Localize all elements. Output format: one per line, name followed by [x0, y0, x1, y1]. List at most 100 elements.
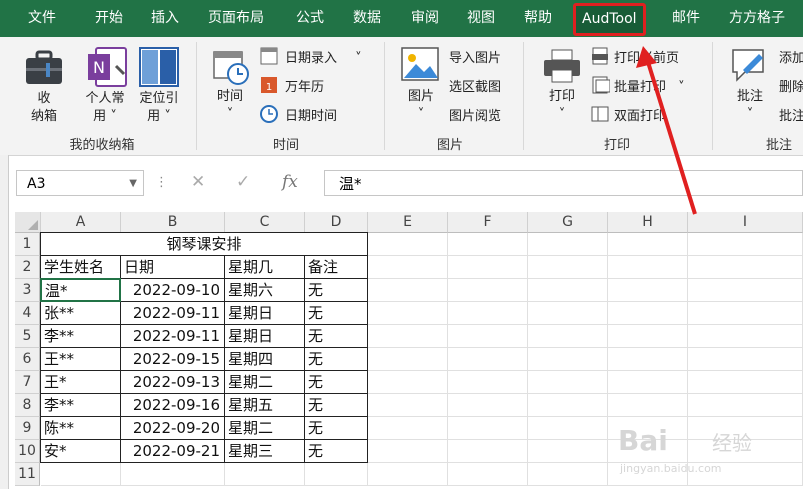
weekday-cell[interactable]: 星期日	[224, 324, 305, 348]
duplex-print-button[interactable]: 双面打印	[614, 105, 666, 124]
weekday-cell[interactable]: 星期二	[224, 370, 305, 394]
column-header[interactable]: I	[688, 212, 803, 233]
tab-mail[interactable]: 邮件	[672, 0, 700, 37]
row-header[interactable]: 2	[15, 256, 40, 279]
date-cell[interactable]: 2022-09-13	[120, 370, 225, 394]
date-cell[interactable]: 2022-09-16	[120, 393, 225, 417]
tab-formulas[interactable]: 公式	[296, 0, 324, 37]
date-cell[interactable]: 2022-09-21	[120, 439, 225, 463]
remark-cell[interactable]: 无	[304, 324, 368, 348]
batch-comment-button[interactable]: 批注	[779, 105, 803, 124]
date-cell[interactable]: 2022-09-20	[120, 416, 225, 440]
column-header[interactable]: C	[225, 212, 305, 233]
student-name-cell[interactable]: 王*	[40, 370, 121, 394]
perpetual-calendar-button[interactable]: 万年历	[285, 76, 324, 95]
enter-icon[interactable]: ✓	[236, 172, 250, 192]
student-name-cell[interactable]: 陈**	[40, 416, 121, 440]
student-name-cell[interactable]: 王**	[40, 347, 121, 371]
batch-print-button[interactable]: 批量打印 ˅	[614, 76, 685, 95]
header-cell[interactable]: 备注	[304, 255, 368, 279]
formula-input[interactable]: 温*	[324, 170, 803, 196]
picture-button[interactable]: 图片 ˅	[402, 88, 440, 124]
weekday-cell[interactable]: 星期五	[224, 393, 305, 417]
insert-function-icon[interactable]: fx	[282, 172, 298, 192]
student-name-cell[interactable]: 安*	[40, 439, 121, 463]
remark-cell[interactable]: 无	[304, 278, 368, 302]
date-cell[interactable]: 2022-09-11	[120, 324, 225, 348]
import-picture-button[interactable]: 导入图片	[449, 47, 501, 66]
row-header[interactable]: 1	[15, 233, 40, 256]
row-header[interactable]: 7	[15, 371, 40, 394]
delete-comment-button[interactable]: 删除	[779, 76, 803, 95]
date-cell[interactable]: 2022-09-11	[120, 301, 225, 325]
weekday-cell[interactable]: 星期二	[224, 416, 305, 440]
column-header[interactable]: E	[368, 212, 448, 233]
add-comment-button[interactable]: 添加	[779, 47, 803, 66]
picture-browse-button[interactable]: 图片阅览	[449, 105, 501, 124]
student-name-cell[interactable]: 李**	[40, 393, 121, 417]
select-all-corner[interactable]	[15, 212, 41, 233]
more-icon: ⋮	[155, 175, 168, 190]
sheet-title-cell[interactable]: 钢琴课安排	[40, 232, 368, 256]
time-button[interactable]: 时间 ˅	[212, 88, 248, 124]
tab-review[interactable]: 审阅	[411, 0, 439, 37]
group-label-print: 打印	[603, 138, 630, 153]
row-header[interactable]: 10	[15, 440, 40, 463]
print-current-page-button[interactable]: 打印当前页	[614, 47, 679, 66]
row-header[interactable]: 3	[15, 279, 40, 302]
weekday-cell[interactable]: 星期四	[224, 347, 305, 371]
tab-view[interactable]: 视图	[467, 0, 495, 37]
date-entry-button[interactable]: 日期录入 ˅	[285, 47, 362, 66]
student-name-cell[interactable]: 李**	[40, 324, 121, 348]
row-header[interactable]: 4	[15, 302, 40, 325]
row-header[interactable]: 5	[15, 325, 40, 348]
column-header[interactable]: D	[305, 212, 368, 233]
tab-fangfang-gezi[interactable]: 方方格子	[729, 0, 785, 37]
locate-reference-icon	[139, 47, 179, 87]
remark-cell[interactable]: 无	[304, 416, 368, 440]
row-header[interactable]: 9	[15, 417, 40, 440]
print-button[interactable]: 打印 ˅	[544, 88, 580, 124]
remark-cell[interactable]: 无	[304, 301, 368, 325]
column-header[interactable]: G	[528, 212, 608, 233]
gridline	[607, 233, 608, 486]
cancel-icon[interactable]: ✕	[191, 172, 205, 192]
student-name-cell[interactable]: 温*	[40, 278, 121, 302]
weekday-cell[interactable]: 星期六	[224, 278, 305, 302]
row-header[interactable]: 11	[15, 463, 40, 486]
remark-cell[interactable]: 无	[304, 393, 368, 417]
column-header[interactable]: A	[41, 212, 121, 233]
batch-print-icon	[592, 76, 610, 94]
selection-screenshot-button[interactable]: 选区截图	[449, 76, 501, 95]
date-time-button[interactable]: 日期时间	[285, 105, 337, 124]
tab-insert[interactable]: 插入	[151, 0, 179, 37]
locate-reference-button[interactable]: 定位引用 ˅	[133, 90, 185, 126]
tab-audtool[interactable]: AudTool	[573, 3, 646, 36]
column-header[interactable]: F	[448, 212, 528, 233]
row-header[interactable]: 8	[15, 394, 40, 417]
header-cell[interactable]: 星期几	[224, 255, 305, 279]
remark-cell[interactable]: 无	[304, 439, 368, 463]
row-header[interactable]: 6	[15, 348, 40, 371]
tab-file[interactable]: 文件	[28, 0, 56, 37]
tab-data[interactable]: 数据	[353, 0, 381, 37]
svg-text:经验: 经验	[712, 431, 752, 455]
column-header[interactable]: H	[608, 212, 688, 233]
tab-help[interactable]: 帮助	[524, 0, 552, 37]
weekday-cell[interactable]: 星期日	[224, 301, 305, 325]
comment-button[interactable]: 批注 ˅	[732, 88, 768, 124]
date-cell[interactable]: 2022-09-15	[120, 347, 225, 371]
header-cell[interactable]: 日期	[120, 255, 225, 279]
name-box[interactable]: A3 ▼	[16, 170, 144, 196]
toolbox-button[interactable]: 收纳箱	[30, 90, 58, 126]
tab-page-layout[interactable]: 页面布局	[208, 0, 264, 37]
student-name-cell[interactable]: 张**	[40, 301, 121, 325]
header-cell[interactable]: 学生姓名	[40, 255, 121, 279]
tab-home[interactable]: 开始	[95, 0, 123, 37]
column-header[interactable]: B	[121, 212, 225, 233]
remark-cell[interactable]: 无	[304, 347, 368, 371]
date-cell[interactable]: 2022-09-10	[120, 278, 225, 302]
remark-cell[interactable]: 无	[304, 370, 368, 394]
personal-common-button[interactable]: 个人常用 ˅	[80, 90, 130, 126]
weekday-cell[interactable]: 星期三	[224, 439, 305, 463]
